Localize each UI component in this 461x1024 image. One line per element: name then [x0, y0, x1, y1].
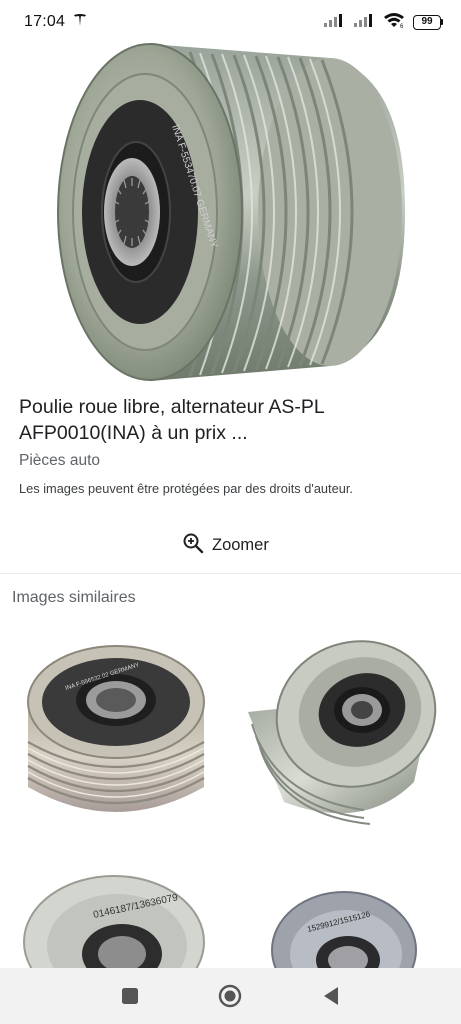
back-triangle-icon[interactable] — [311, 976, 351, 1016]
navigation-bar — [0, 968, 461, 1024]
tesla-notification-icon — [73, 13, 87, 32]
divider — [0, 573, 461, 574]
zoom-button[interactable]: Zoomer — [182, 530, 269, 560]
home-circle-icon[interactable] — [210, 976, 250, 1016]
signal-icon — [353, 13, 375, 32]
status-time: 17:04 — [24, 13, 66, 30]
similar-images-heading: Images similaires — [12, 589, 136, 606]
wifi-icon: 6 — [383, 12, 405, 33]
signal-icon — [323, 13, 345, 32]
recents-square-icon[interactable] — [110, 976, 150, 1016]
source-site[interactable]: Pièces auto — [19, 452, 100, 470]
battery-level: 99 — [413, 14, 441, 30]
battery-icon: 99 — [413, 14, 443, 30]
similar-image-3[interactable]: 0146187/13636079 — [22, 872, 207, 968]
similar-image-1[interactable]: INA F-556532.02 GERMANY — [24, 632, 209, 832]
zoom-label: Zoomer — [212, 535, 269, 554]
copyright-notice: Les images peuvent être protégées par de… — [19, 481, 353, 496]
image-title[interactable]: Poulie roue libre, alternateur AS-PL AFP… — [19, 394, 439, 446]
similar-image-4[interactable]: 1529912/1515126 — [268, 888, 418, 968]
zoom-in-icon — [182, 532, 204, 559]
pulley-image[interactable]: INA F-553470.07 GERMANY — [0, 36, 461, 390]
similar-image-2[interactable] — [244, 632, 439, 827]
svg-text:6: 6 — [400, 24, 404, 28]
